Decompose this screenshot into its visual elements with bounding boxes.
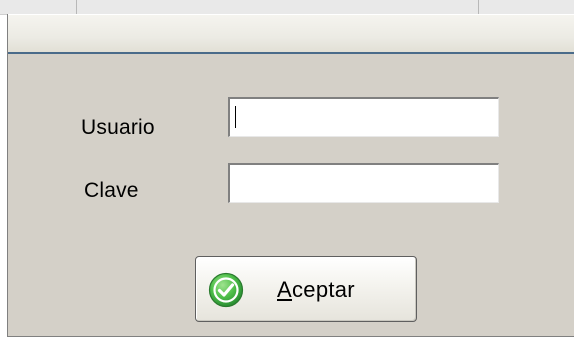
password-field[interactable]: [228, 163, 499, 203]
strip-separator: [76, 0, 77, 14]
dialog-titlebar[interactable]: [8, 14, 574, 54]
user-field[interactable]: [228, 97, 499, 137]
accept-label-rest: ceptar: [291, 277, 355, 302]
accept-button-label: Aceptar: [277, 277, 355, 303]
accept-button[interactable]: Aceptar: [195, 256, 417, 322]
green-check-circle-icon: [208, 272, 244, 308]
background-toolbar-strip: [0, 0, 574, 15]
accept-mnemonic: A: [277, 277, 292, 302]
text-caret: [235, 106, 236, 128]
strip-separator: [478, 0, 479, 14]
login-dialog: Usuario Clave Aceptar: [7, 14, 574, 337]
screen: Usuario Clave Aceptar: [0, 0, 574, 343]
user-label: Usuario: [81, 116, 155, 139]
password-label: Clave: [84, 179, 139, 202]
